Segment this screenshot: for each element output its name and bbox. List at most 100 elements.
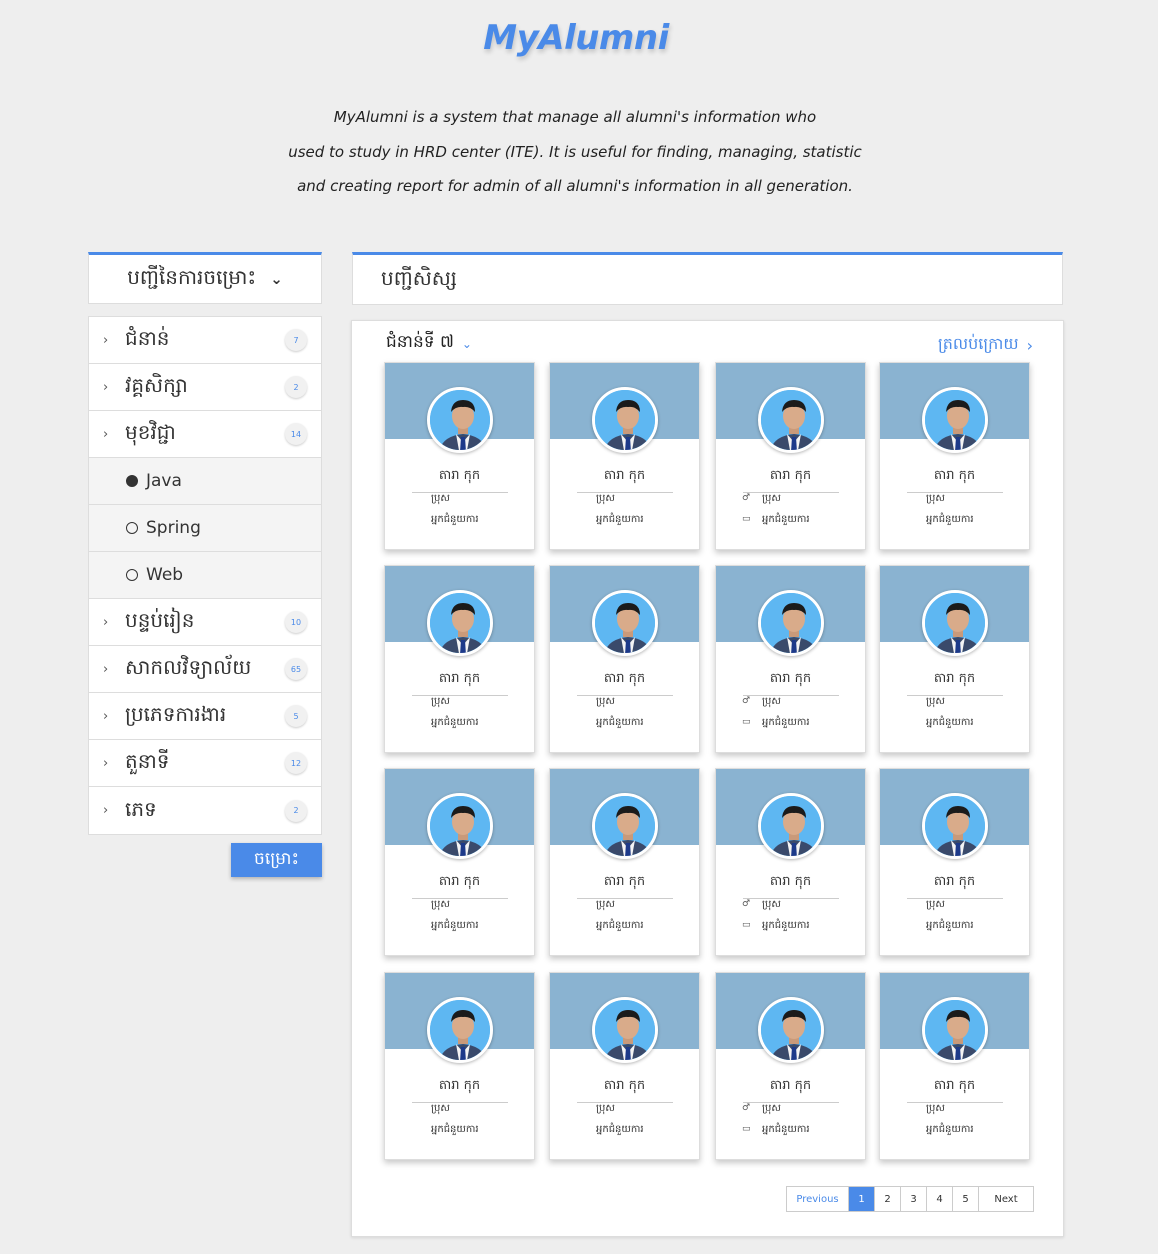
avatar-photo [430,1000,490,1060]
avatar [427,793,493,859]
student-name: តារា កុក [933,671,976,686]
divider [577,1102,673,1103]
page-button[interactable]: 3 [901,1187,927,1211]
student-card[interactable]: តារា កុក ♂ ប្រុស ▭ អ្នកជំនួយការ [715,972,866,1160]
count-badge: 2 [285,799,307,822]
filter-item-job-type[interactable]: › ប្រភេទការងារ 5 [89,693,321,740]
subject-option-web[interactable]: Web [89,552,321,599]
radio-icon[interactable] [126,522,138,534]
gender-text: ប្រុស [926,898,945,910]
avatar [922,793,988,859]
filter-button[interactable]: ចម្រោះ [231,843,322,877]
gender-icon: ♂ [742,899,751,909]
subject-option-java[interactable]: Java [89,458,321,505]
student-card[interactable]: តារា កុក ♂ ប្រុស ▭ អ្នកជំនួយការ [715,768,866,956]
divider [577,695,673,696]
count-badge: 10 [285,611,307,633]
student-card[interactable]: តារា កុក ♂ ប្រុស ▭ អ្នកជំនួយការ [715,362,866,550]
avatar-photo [430,593,490,653]
avatar [592,590,658,656]
avatar-photo [430,390,490,450]
student-card[interactable]: តារា កុក ប្រុស អ្នកជំនួយការ [384,565,535,753]
role-text: អ្នកជំនួយការ [596,919,644,931]
description-line: used to study in HRD center (ITE). It is… [288,142,862,161]
student-card[interactable]: តារា កុក ប្រុស អ្នកជំនួយការ [549,362,700,550]
role-text: អ្នកជំនួយការ [762,716,810,728]
filter-list-header[interactable]: បញ្ជីនៃការចម្រោះ ⌄ [88,252,322,304]
student-card[interactable]: តារា កុក ♂ ប្រុស ▭ អ្នកជំនួយការ [715,565,866,753]
subject-option-spring[interactable]: Spring [89,505,321,552]
student-name: តារា កុក [769,671,812,686]
briefcase-icon: ▭ [742,920,751,930]
filter-item-generation[interactable]: › ជំនាន់ 7 [89,317,321,364]
avatar [758,590,824,656]
student-card[interactable]: តារា កុក ប្រុស អ្នកជំនួយការ [879,972,1030,1160]
avatar [758,997,824,1063]
divider [577,492,673,493]
filter-list-title: បញ្ជីនៃការចម្រោះ [127,265,257,289]
page-button[interactable]: 2 [875,1187,901,1211]
count-badge: 65 [285,658,307,680]
divider [412,898,508,899]
radio-selected-icon[interactable] [126,475,138,487]
student-name: តារា កុក [438,671,481,686]
page-button[interactable]: 5 [953,1187,979,1211]
avatar [922,997,988,1063]
gender-text: ប្រុស [926,1102,945,1114]
filter-item-label: បន្ទប់រៀន [125,608,195,632]
role-text: អ្នកជំនួយការ [431,1123,479,1135]
page-button[interactable]: 1 [849,1187,875,1211]
role-text: អ្នកជំនួយការ [926,919,974,931]
pagination: Previous 1 2 3 4 5 Next [786,1186,1034,1212]
student-card[interactable]: តារា កុក ប្រុស អ្នកជំនួយការ [549,972,700,1160]
radio-icon[interactable] [126,569,138,581]
avatar-photo [925,1000,985,1060]
filter-item-subject[interactable]: › មុខវិជ្ជា 14 [89,411,321,458]
gender-text: ប្រុស [431,898,450,910]
student-card[interactable]: តារា កុក ប្រុស អ្នកជំនួយការ [384,972,535,1160]
divider [412,492,508,493]
gender-text: ប្រុស [762,1102,781,1114]
role-text: អ្នកជំនួយការ [762,919,810,931]
back-link[interactable]: ត្រលប់ក្រោយ › [938,333,1033,357]
briefcase-icon: ▭ [742,717,751,727]
student-name: តារា កុក [603,1078,646,1093]
next-page-button[interactable]: Next [979,1187,1033,1211]
student-name: តារា កុក [438,1078,481,1093]
student-card[interactable]: តារា កុក ប្រុស អ្នកជំនួយការ [879,768,1030,956]
filter-item-label: ភេទ [125,796,157,821]
student-name: តារា កុក [769,874,812,889]
filter-item-classroom[interactable]: › បន្ទប់រៀន 10 [89,599,321,646]
student-card[interactable]: តារា កុក ប្រុស អ្នកជំនួយការ [549,565,700,753]
previous-page-button[interactable]: Previous [787,1187,849,1211]
avatar [427,387,493,453]
filter-item-course[interactable]: › វគ្គសិក្សា 2 [89,364,321,411]
count-badge: 14 [285,423,307,445]
student-card[interactable]: តារា កុក ប្រុស អ្នកជំនួយការ [384,768,535,956]
gender-icon: ♂ [742,696,751,706]
avatar [922,590,988,656]
chevron-right-icon: › [103,379,109,395]
student-card[interactable]: តារា កុក ប្រុស អ្នកជំនួយការ [879,565,1030,753]
divider [743,898,839,899]
student-name: តារា កុក [769,1078,812,1093]
student-card[interactable]: តារា កុក ប្រុស អ្នកជំនួយការ [879,362,1030,550]
filter-item-position[interactable]: › តួនាទី 12 [89,740,321,787]
role-text: អ្នកជំនួយការ [926,716,974,728]
generation-select[interactable]: ជំនាន់ទី ៧ ⌄ [386,331,472,356]
student-card[interactable]: តារា កុក ប្រុស អ្នកជំនួយការ [549,768,700,956]
chevron-right-icon: › [103,426,109,442]
filter-item-label: ជំនាន់ [125,326,170,350]
student-name: តារា កុក [933,1078,976,1093]
avatar-photo [595,390,655,450]
filter-item-gender[interactable]: › ភេទ 2 [89,787,321,834]
avatar [427,590,493,656]
avatar [758,387,824,453]
avatar-photo [430,796,490,856]
description-line: and creating report for admin of all alu… [297,177,853,195]
student-list-panel: ជំនាន់ទី ៧ ⌄ ត្រលប់ក្រោយ › តារា កុក ប្រុស… [351,320,1064,1237]
student-card[interactable]: តារា កុក ប្រុស អ្នកជំនួយការ [384,362,535,550]
divider [577,898,673,899]
page-button[interactable]: 4 [927,1187,953,1211]
filter-item-university[interactable]: › សាកលវិទ្យាល័យ 65 [89,646,321,693]
